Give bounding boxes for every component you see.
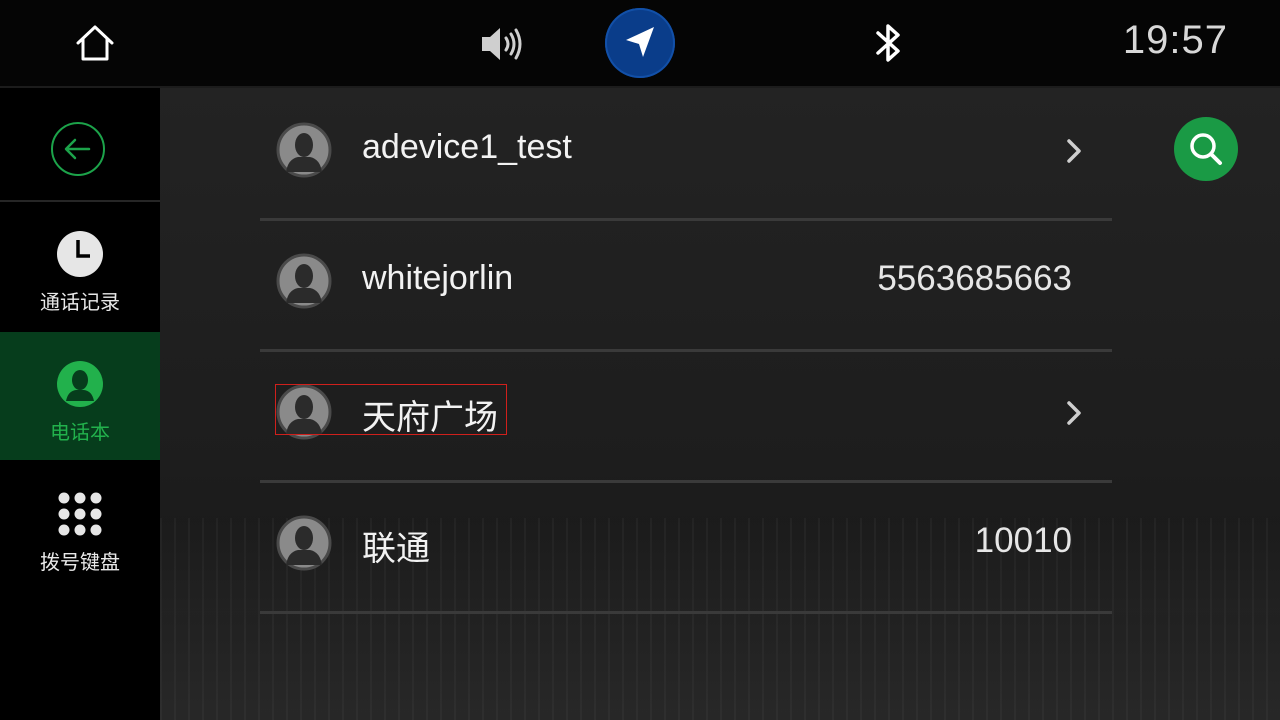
search-icon [1190,133,1222,165]
navigation-icon [626,27,654,57]
chevron-right-icon[interactable] [1064,136,1084,166]
volume-icon[interactable] [478,24,526,64]
contact-icon [57,361,103,407]
sidebar-item-phonebook[interactable]: 电话本 [0,332,160,460]
back-button[interactable] [0,88,160,202]
sidebar-item-label: 电话本 [50,420,110,444]
sidebar-item-dialpad[interactable]: 拨号键盘 [0,462,160,590]
dialpad-icon [58,492,102,536]
avatar-icon [276,515,332,571]
contact-row[interactable]: adevice1_test [260,88,1112,221]
contact-name: whitejorlin [362,259,514,297]
contact-name: 天府广场 [362,399,498,437]
clock-icon [57,231,103,277]
contact-row[interactable]: 天府广场 [260,350,1112,483]
chevron-right-icon[interactable] [1064,398,1084,428]
back-arrow-icon [51,122,105,176]
avatar-icon [276,384,332,440]
contact-name: adevice1_test [362,128,572,166]
search-button[interactable] [1174,117,1238,181]
sidebar: 通话记录 电话本 拨号键盘 [0,88,160,720]
bluetooth-icon[interactable] [870,20,906,66]
home-icon[interactable] [74,22,116,64]
status-bar: 19:57 [0,0,1280,88]
contact-list-panel: adevice1_test whitejorlin 5563685663 天府广… [160,88,1280,720]
contact-row[interactable]: whitejorlin 5563685663 [260,219,1112,352]
avatar-icon [276,253,332,309]
clock: 19:57 [1122,18,1228,62]
navigation-button[interactable] [605,8,675,78]
contact-row[interactable]: 联通 10010 [260,481,1112,614]
sidebar-item-label: 通话记录 [40,290,120,314]
contact-name: 联通 [362,530,430,568]
contact-number: 10010 [974,521,1072,560]
sidebar-item-call-log[interactable]: 通话记录 [0,202,160,330]
contact-number: 5563685663 [877,259,1072,298]
sidebar-item-label: 拨号键盘 [40,550,120,574]
avatar-icon [276,122,332,178]
